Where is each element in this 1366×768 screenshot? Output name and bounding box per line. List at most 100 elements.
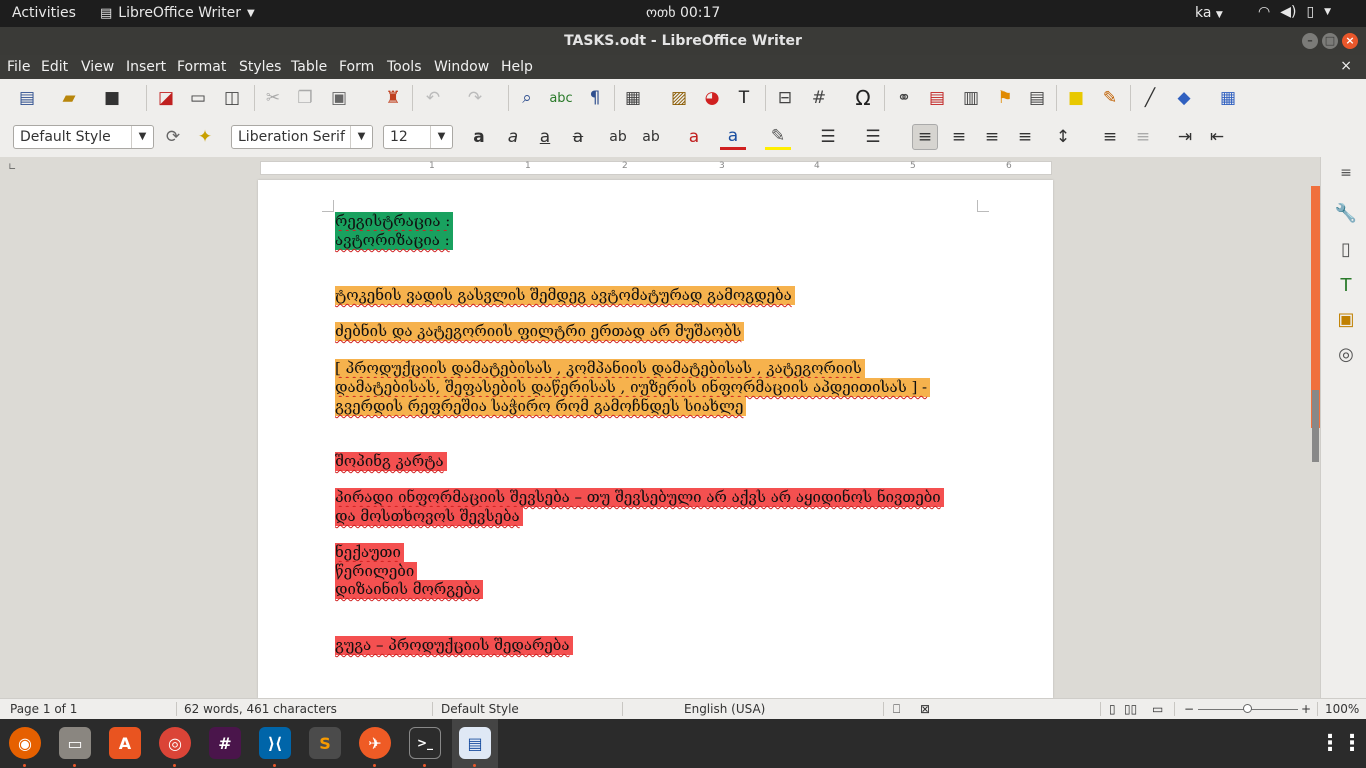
- show-applications-icon[interactable]: ⋮⋮: [1319, 727, 1363, 759]
- close-document-icon[interactable]: ×: [1340, 58, 1352, 74]
- underline-icon[interactable]: a: [532, 124, 558, 150]
- line-icon[interactable]: ╱: [1137, 85, 1163, 111]
- cross-reference-icon[interactable]: ▤: [1024, 85, 1050, 111]
- document-line[interactable]: შოპინგ კარტა: [335, 452, 447, 471]
- document-line[interactable]: დიზაინის მორგება: [335, 580, 484, 599]
- print-icon[interactable]: ▭: [185, 85, 211, 111]
- minimize-button[interactable]: –: [1302, 33, 1318, 49]
- gallery-icon[interactable]: ▣: [1334, 309, 1358, 333]
- menu-help[interactable]: Help: [501, 59, 533, 75]
- menu-file[interactable]: File: [7, 59, 30, 75]
- footnote-icon[interactable]: ▤: [924, 85, 950, 111]
- align-center-icon[interactable]: ≡: [946, 124, 972, 150]
- new-document-icon[interactable]: ▤: [14, 85, 40, 111]
- software-center-icon[interactable]: A: [109, 727, 141, 759]
- activities-button[interactable]: Activities: [12, 5, 76, 21]
- insert-text-box-icon[interactable]: T: [731, 85, 757, 111]
- menu-format[interactable]: Format: [177, 59, 226, 75]
- align-right-icon[interactable]: ≡: [979, 124, 1005, 150]
- close-button[interactable]: ×: [1342, 33, 1358, 49]
- insert-mode-icon[interactable]: ⎕: [893, 702, 900, 717]
- menu-styles[interactable]: Styles: [239, 59, 281, 75]
- line-spacing-icon[interactable]: ↕: [1050, 124, 1076, 150]
- zoom-slider-handle[interactable]: [1243, 704, 1252, 713]
- keyboard-layout-indicator[interactable]: ka ▼: [1195, 5, 1223, 21]
- subscript-icon[interactable]: ab: [638, 124, 664, 150]
- formatting-marks-icon[interactable]: ¶: [582, 85, 608, 111]
- vscode-icon[interactable]: ⟩⟨: [259, 727, 291, 759]
- track-changes-icon[interactable]: ✎: [1097, 85, 1123, 111]
- unordered-list-icon[interactable]: ☰: [815, 124, 841, 150]
- document-modified-icon[interactable]: ⊠: [920, 702, 930, 716]
- copy-icon[interactable]: ❐: [292, 85, 318, 111]
- document-line[interactable]: გვერდის რეფრეშია საჭირო რომ გამოჩნდეს სი…: [335, 397, 747, 416]
- decrease-paragraph-spacing-icon[interactable]: ≡: [1130, 124, 1156, 150]
- clock[interactable]: ოთხ 00:17: [646, 5, 720, 21]
- basic-shapes-icon[interactable]: ◆: [1171, 85, 1197, 111]
- horizontal-ruler[interactable]: 1 1 2 3 4 5 6: [260, 161, 1052, 175]
- export-pdf-icon[interactable]: ◪: [153, 85, 179, 111]
- document-line[interactable]: ავტორიზაცია :: [335, 231, 453, 250]
- insert-page-break-icon[interactable]: ⊟: [772, 85, 798, 111]
- menu-window[interactable]: Window: [434, 59, 489, 75]
- insert-chart-icon[interactable]: ◕: [699, 85, 725, 111]
- document-line[interactable]: დამატებისას, შეფასების დაწერისას , იუზერ…: [335, 378, 931, 397]
- properties-icon[interactable]: 🔧: [1334, 203, 1358, 227]
- clear-formatting-icon[interactable]: a: [681, 124, 707, 150]
- superscript-icon[interactable]: ab: [605, 124, 631, 150]
- font-size-dropdown[interactable]: 12 ▼: [383, 125, 453, 149]
- clone-formatting-icon[interactable]: ♜: [380, 85, 406, 111]
- menu-tools[interactable]: Tools: [387, 59, 422, 75]
- menu-table[interactable]: Table: [291, 59, 327, 75]
- redo-icon[interactable]: ↷: [462, 85, 488, 111]
- bookmark-icon[interactable]: ⚑: [992, 85, 1018, 111]
- document-line[interactable]: ძებნის და კატეგორიის ფილტრი ერთად არ მუშ…: [335, 322, 745, 341]
- document-line[interactable]: ტოკენის ვადის გასვლის შემდეგ ავტომატურად…: [335, 286, 795, 305]
- terminal-icon[interactable]: >_: [409, 727, 441, 759]
- document-line[interactable]: გუგა – პროდუქციის შედარება: [335, 636, 573, 655]
- increase-paragraph-spacing-icon[interactable]: ≡: [1097, 124, 1123, 150]
- paragraph-style-dropdown[interactable]: Default Style ▼: [13, 125, 154, 149]
- bold-icon[interactable]: a: [466, 124, 492, 150]
- menu-view[interactable]: View: [81, 59, 114, 75]
- decrease-indent-icon[interactable]: ⇤: [1204, 124, 1230, 150]
- page-style[interactable]: Default Style: [441, 702, 519, 716]
- page-icon[interactable]: ▯: [1334, 239, 1358, 263]
- menu-insert[interactable]: Insert: [126, 59, 166, 75]
- menu-form[interactable]: Form: [339, 59, 374, 75]
- tab-stop-selector[interactable]: ∟: [8, 162, 16, 173]
- maximize-button[interactable]: □: [1322, 33, 1338, 49]
- align-left-icon[interactable]: ≡: [912, 124, 938, 150]
- insert-image-icon[interactable]: ▨: [666, 85, 692, 111]
- strikethrough-icon[interactable]: a: [565, 124, 591, 150]
- chrome-icon[interactable]: ◎: [159, 727, 191, 759]
- hyperlink-icon[interactable]: ⚭: [891, 85, 917, 111]
- app-menu[interactable]: ▤ LibreOffice Writer ▼: [100, 5, 255, 21]
- insert-field-icon[interactable]: #: [806, 85, 832, 111]
- sidebar-menu-icon[interactable]: ≡: [1334, 165, 1358, 189]
- zoom-in-icon[interactable]: +: [1301, 702, 1311, 716]
- paste-icon[interactable]: ▣: [326, 85, 352, 111]
- book-view-icon[interactable]: ▭: [1152, 702, 1163, 716]
- document-page[interactable]: [258, 180, 1053, 698]
- writer-icon[interactable]: ▤: [459, 727, 491, 759]
- menu-edit[interactable]: Edit: [41, 59, 68, 75]
- comment-icon[interactable]: ■: [1063, 85, 1089, 111]
- zoom-level[interactable]: 100%: [1325, 702, 1359, 716]
- document-line[interactable]: ნექაუთი: [335, 543, 404, 562]
- italic-icon[interactable]: a: [500, 124, 526, 150]
- document-line[interactable]: და მოსთხოვოს შევსება: [335, 507, 523, 526]
- page-count[interactable]: Page 1 of 1: [10, 702, 77, 716]
- navigator-icon[interactable]: ◎: [1334, 344, 1358, 368]
- zoom-out-icon[interactable]: −: [1184, 702, 1194, 716]
- document-line[interactable]: რეგისტრაცია :: [335, 212, 454, 231]
- word-count[interactable]: 62 words, 461 characters: [184, 702, 337, 716]
- slack-icon[interactable]: #: [209, 727, 241, 759]
- special-character-icon[interactable]: Ω: [850, 85, 876, 111]
- document-line[interactable]: პირადი ინფორმაციის შევსება – თუ შევსებულ…: [335, 488, 944, 507]
- draw-functions-icon[interactable]: ▦: [1215, 85, 1241, 111]
- increase-indent-icon[interactable]: ⇥: [1172, 124, 1198, 150]
- open-folder-icon[interactable]: ▰: [56, 85, 82, 111]
- highlighting-color-icon[interactable]: ✎: [765, 124, 791, 150]
- print-preview-icon[interactable]: ◫: [219, 85, 245, 111]
